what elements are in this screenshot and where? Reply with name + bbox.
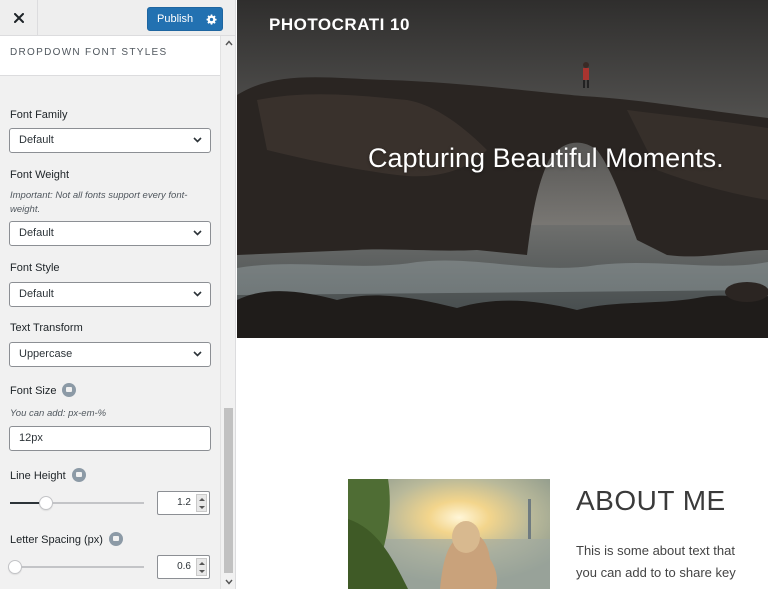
- hero-banner: PHOTOCRATI 10 Capturing Beautiful Moment…: [237, 0, 768, 338]
- letter-spacing-slider[interactable]: [8, 560, 144, 574]
- text-transform-value: Uppercase: [19, 348, 73, 360]
- spinner-up-icon[interactable]: [198, 561, 205, 565]
- spinner-down-icon[interactable]: [198, 569, 205, 573]
- chevron-down-icon: [193, 291, 202, 297]
- font-style-value: Default: [19, 288, 54, 300]
- about-text: This is some about text that you can add…: [576, 540, 768, 584]
- scroll-up-icon[interactable]: [225, 40, 233, 46]
- font-weight-label: Font Weight: [10, 169, 70, 181]
- panel-scrollbar[interactable]: [220, 36, 235, 589]
- spinner-down-icon[interactable]: [198, 505, 205, 509]
- help-icon[interactable]: [71, 468, 86, 482]
- publish-button[interactable]: Publish: [147, 7, 223, 31]
- customizer-topbar: Publish: [0, 0, 235, 36]
- font-size-input[interactable]: 12px: [9, 426, 211, 451]
- font-weight-value: Default: [19, 227, 54, 239]
- line-height-slider-thumb[interactable]: [39, 496, 53, 510]
- line-height-label-row: Line Height: [10, 468, 86, 483]
- letter-spacing-label-row: Letter Spacing (px): [10, 532, 123, 547]
- scrollbar-thumb[interactable]: [224, 408, 233, 573]
- section-title: DROPDOWN FONT STYLES: [10, 47, 168, 58]
- site-preview: PHOTOCRATI 10 Capturing Beautiful Moment…: [237, 0, 768, 589]
- line-height-slider[interactable]: [10, 496, 144, 510]
- chevron-down-icon: [193, 351, 202, 357]
- letter-spacing-value: 0.6: [177, 561, 191, 572]
- line-height-spinner[interactable]: [196, 494, 207, 512]
- line-height-value: 1.2: [177, 497, 191, 508]
- section-header: DROPDOWN FONT STYLES: [0, 36, 220, 76]
- chevron-down-icon: [193, 230, 202, 236]
- font-weight-select[interactable]: Default: [9, 221, 211, 246]
- help-icon[interactable]: [108, 532, 123, 546]
- font-family-select[interactable]: Default: [9, 128, 211, 153]
- line-height-number-input[interactable]: 1.2: [157, 491, 210, 515]
- text-transform-select[interactable]: Uppercase: [9, 342, 211, 367]
- line-height-label: Line Height: [10, 469, 66, 482]
- gear-icon[interactable]: [200, 8, 222, 30]
- scroll-down-icon[interactable]: [225, 579, 233, 585]
- site-title[interactable]: PHOTOCRATI 10: [269, 15, 410, 35]
- font-size-description: You can add: px-em-%: [10, 408, 107, 419]
- font-family-label: Font Family: [10, 109, 68, 121]
- about-heading: ABOUT ME: [576, 485, 726, 516]
- font-style-select[interactable]: Default: [9, 282, 211, 307]
- font-size-label-row: Font Size: [10, 383, 77, 398]
- publish-label: Publish: [157, 13, 194, 25]
- about-photo: [348, 479, 550, 589]
- font-weight-description: Important: Not all fonts support every f…: [10, 190, 188, 215]
- about-text-line: This is some about text that: [576, 543, 735, 558]
- customizer-panel: Publish DROPDOWN FONT STYLES Font Family…: [0, 0, 236, 589]
- close-button[interactable]: [0, 0, 38, 36]
- font-family-value: Default: [19, 134, 54, 146]
- close-icon: [13, 13, 24, 23]
- about-text-line: you can add to to share key: [576, 565, 736, 580]
- hero-tagline: Capturing Beautiful Moments.: [368, 143, 724, 173]
- chevron-down-icon: [193, 137, 202, 143]
- letter-spacing-spinner[interactable]: [196, 558, 207, 576]
- letter-spacing-slider-thumb[interactable]: [8, 560, 22, 574]
- spinner-up-icon[interactable]: [198, 497, 205, 501]
- letter-spacing-label: Letter Spacing (px): [10, 533, 103, 546]
- font-style-label: Font Style: [10, 262, 60, 274]
- font-size-label: Font Size: [10, 384, 57, 397]
- letter-spacing-number-input[interactable]: 0.6: [157, 555, 210, 579]
- help-icon[interactable]: [62, 383, 77, 397]
- text-transform-label: Text Transform: [10, 322, 83, 334]
